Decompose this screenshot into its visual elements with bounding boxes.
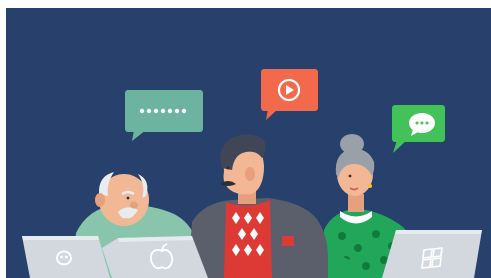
illustration-panel [6, 8, 491, 278]
middle-man-figure [188, 134, 328, 278]
chat-dots-bubble-icon [125, 90, 203, 141]
play-button-bubble-icon [261, 69, 318, 120]
laptop-right [382, 230, 482, 278]
laptop-left [22, 236, 110, 278]
image-frame [0, 0, 491, 278]
people-with-laptops-illustration [22, 69, 482, 278]
laptop-middle [102, 236, 208, 278]
messaging-app-bubble-icon [392, 105, 445, 153]
